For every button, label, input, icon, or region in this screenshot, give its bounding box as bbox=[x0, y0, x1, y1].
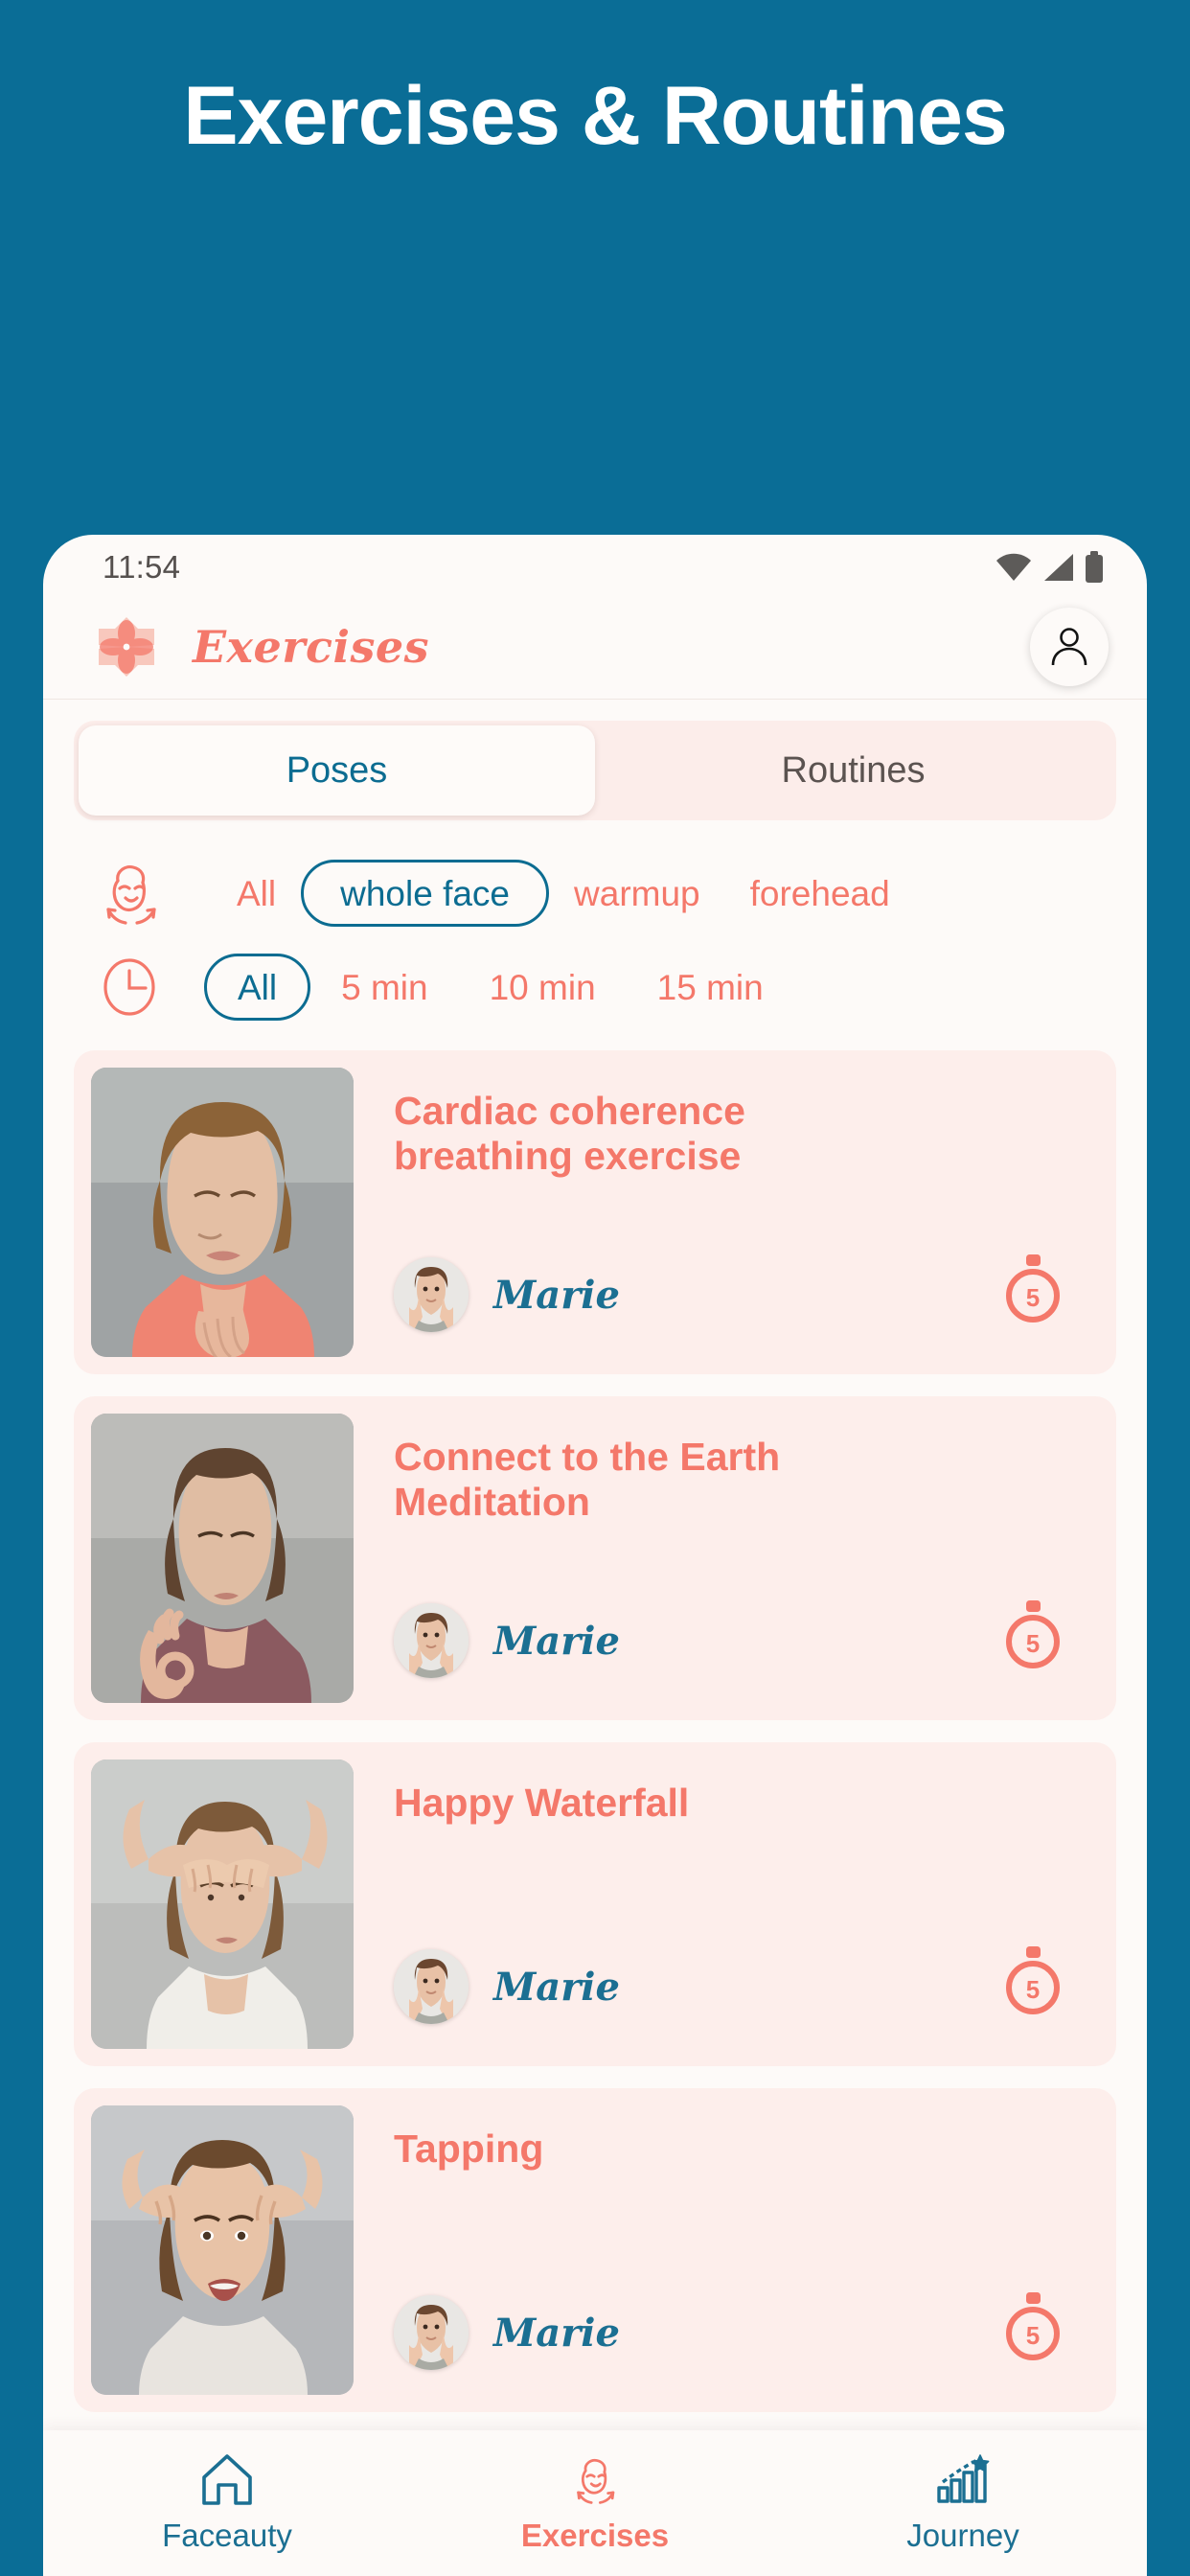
person-icon bbox=[1046, 622, 1092, 673]
exercise-author: Marie bbox=[394, 1257, 620, 1332]
avatar bbox=[394, 1949, 469, 2024]
exercise-title: Cardiac coherence breathing exercise bbox=[394, 1089, 745, 1178]
avatar bbox=[394, 1257, 469, 1332]
table-row[interactable]: Tapping Marie 5 bbox=[74, 2088, 1116, 2412]
chip-all-body[interactable]: All bbox=[212, 860, 301, 927]
table-row[interactable]: Happy Waterfall Marie 5 bbox=[74, 1742, 1116, 2066]
duration-filter-row: All 5 min 10 min 15 min bbox=[43, 943, 1147, 1031]
battery-icon bbox=[1084, 551, 1105, 584]
status-bar: 11:54 bbox=[43, 535, 1147, 594]
promo-headline: Exercises & Routines bbox=[183, 70, 1007, 162]
nav-label-faceauty: Faceauty bbox=[162, 2518, 292, 2553]
exercise-title: Happy Waterfall bbox=[394, 1781, 690, 1825]
cellular-signal-icon bbox=[1041, 553, 1074, 582]
nav-label-exercises: Exercises bbox=[520, 2518, 670, 2553]
nav-label-journey: Journey bbox=[906, 2518, 1019, 2553]
app-content: Poses Routines All whole face warmup for… bbox=[43, 700, 1147, 2576]
exercise-author: Marie bbox=[394, 2295, 620, 2370]
timer-value: 5 bbox=[1026, 1629, 1040, 1658]
profile-button[interactable] bbox=[1030, 608, 1109, 686]
timer-value: 5 bbox=[1026, 1975, 1040, 2004]
nav-item-journey[interactable]: Journey bbox=[779, 2452, 1147, 2554]
stopwatch-icon: 5 bbox=[1001, 1254, 1064, 1324]
author-name: Marie bbox=[493, 1272, 620, 1318]
status-bar-clock: 11:54 bbox=[103, 549, 181, 585]
chip-10-min[interactable]: 10 min bbox=[459, 954, 627, 1021]
tab-segmented-control: Poses Routines bbox=[74, 721, 1116, 820]
exercise-info: Happy Waterfall Marie 5 bbox=[354, 1760, 1099, 2049]
chip-5-min[interactable]: 5 min bbox=[310, 954, 458, 1021]
nav-item-faceauty[interactable]: Faceauty bbox=[43, 2452, 411, 2554]
duration-chips: All 5 min 10 min 15 min bbox=[204, 954, 794, 1021]
bottom-navigation: Faceauty Exercises Journey bbox=[43, 2430, 1147, 2576]
chip-forehead[interactable]: forehead bbox=[725, 860, 915, 927]
chip-whole-face[interactable]: whole face bbox=[301, 860, 550, 927]
exercise-info: Tapping Marie 5 bbox=[354, 2105, 1099, 2395]
face-massage-icon bbox=[565, 2452, 625, 2508]
tab-routines[interactable]: Routines bbox=[595, 725, 1111, 816]
author-name: Marie bbox=[493, 1618, 620, 1664]
exercise-info: Connect to the Earth Meditation Marie 5 bbox=[354, 1414, 1099, 1703]
author-name: Marie bbox=[493, 2310, 620, 2356]
timer-value: 5 bbox=[1026, 1283, 1040, 1312]
timer-value: 5 bbox=[1026, 2321, 1040, 2350]
stopwatch-icon: 5 bbox=[1001, 1945, 1064, 2016]
chip-warmup[interactable]: warmup bbox=[549, 860, 725, 927]
chip-all-duration[interactable]: All bbox=[204, 954, 311, 1021]
exercise-author: Marie bbox=[394, 1603, 620, 1678]
nav-item-exercises[interactable]: Exercises bbox=[411, 2452, 779, 2554]
avatar bbox=[394, 1603, 469, 1678]
exercise-thumbnail bbox=[91, 1068, 354, 1357]
exercise-info: Cardiac coherence breathing exercise Mar… bbox=[354, 1068, 1099, 1357]
exercise-author: Marie bbox=[394, 1949, 620, 2024]
stopwatch-icon: 5 bbox=[1001, 2291, 1064, 2362]
body-area-chips: All whole face warmup forehead bbox=[212, 860, 915, 927]
body-area-filter-row: All whole face warmup forehead bbox=[43, 849, 1147, 937]
tab-poses[interactable]: Poses bbox=[79, 725, 595, 816]
wifi-icon bbox=[995, 553, 1032, 582]
bar-chart-star-icon bbox=[933, 2452, 993, 2508]
app-header: Exercises bbox=[43, 594, 1147, 700]
phone-mockup: 11:54 Exercises Poses Routines All whole… bbox=[43, 535, 1147, 2576]
table-row[interactable]: Cardiac coherence breathing exercise Mar… bbox=[74, 1050, 1116, 1374]
stopwatch-icon: 5 bbox=[1001, 1599, 1064, 1670]
lotus-flower-logo bbox=[95, 615, 158, 678]
exercise-thumbnail bbox=[91, 1760, 354, 2049]
clock-icon bbox=[95, 952, 166, 1023]
face-massage-icon bbox=[95, 858, 166, 929]
avatar bbox=[394, 2295, 469, 2370]
home-icon bbox=[197, 2452, 257, 2508]
exercise-list: Cardiac coherence breathing exercise Mar… bbox=[43, 1050, 1147, 2412]
app-title: Exercises bbox=[193, 620, 430, 673]
exercise-thumbnail bbox=[91, 1414, 354, 1703]
exercise-title: Connect to the Earth Meditation bbox=[394, 1435, 781, 1524]
status-bar-icons bbox=[995, 551, 1105, 584]
exercise-title: Tapping bbox=[394, 2127, 544, 2171]
table-row[interactable]: Connect to the Earth Meditation Marie 5 bbox=[74, 1396, 1116, 1720]
author-name: Marie bbox=[493, 1964, 620, 2010]
exercise-thumbnail bbox=[91, 2105, 354, 2395]
chip-15-min[interactable]: 15 min bbox=[627, 954, 794, 1021]
